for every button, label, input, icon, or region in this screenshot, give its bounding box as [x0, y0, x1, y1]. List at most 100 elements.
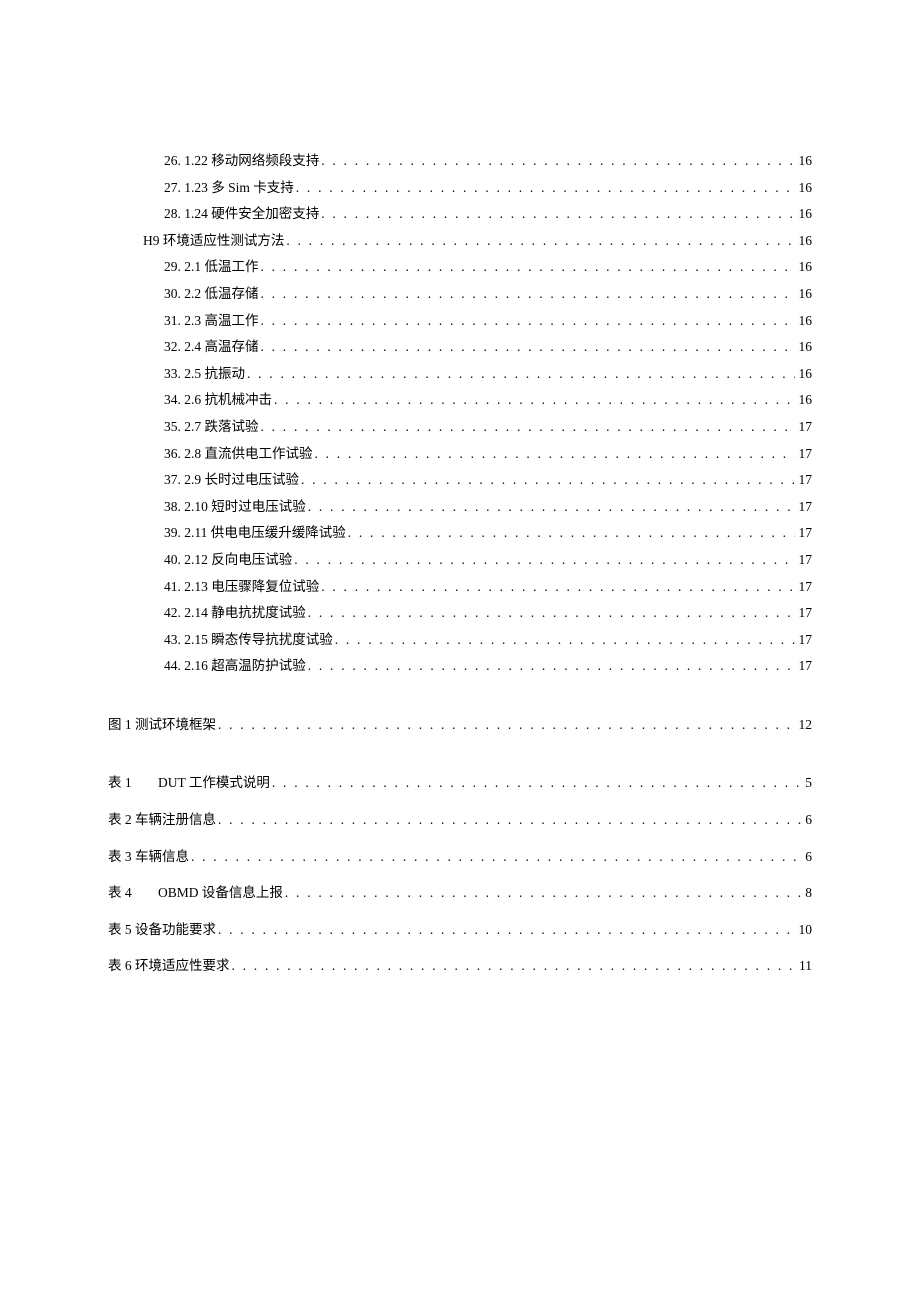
- toc-page-number: 17: [797, 655, 813, 677]
- toc-entry-label: 42. 2.14 静电抗扰度试验: [164, 602, 306, 624]
- toc-entry-label: 40. 2.12 反向电压试验: [164, 549, 292, 571]
- toc-dots: [247, 363, 795, 385]
- toc-dots: [261, 310, 795, 332]
- toc-dots: [286, 230, 794, 252]
- toc-page-number: 17: [797, 443, 813, 465]
- figure-entry: 图 1 测试环境框架 12: [108, 714, 812, 736]
- toc-dots: [261, 416, 795, 438]
- toc-page-number: 5: [803, 772, 812, 794]
- toc-page-number: 6: [803, 846, 812, 868]
- toc-dots: [321, 576, 794, 598]
- toc-entry-label: 27. 1.23 多 Sim 卡支持: [164, 177, 294, 199]
- toc-entry: 31. 2.3 高温工作 16: [108, 310, 812, 332]
- toc-page-number: 17: [797, 602, 813, 624]
- toc-dots: [348, 522, 795, 544]
- toc-page-number: 6: [803, 809, 812, 831]
- toc-dots: [272, 772, 801, 794]
- toc-entry: 43. 2.15 瞬态传导抗扰度试验 17: [108, 629, 812, 651]
- toc-entry-label: 32. 2.4 高温存储: [164, 336, 259, 358]
- toc-dots: [218, 714, 795, 736]
- toc-container: 26. 1.22 移动网络频段支持 16 27. 1.23 多 Sim 卡支持 …: [108, 150, 812, 977]
- toc-page-number: 16: [797, 363, 813, 385]
- toc-entry-label: 37. 2.9 长时过电压试验: [164, 469, 299, 491]
- toc-entry-label: 38. 2.10 短时过电压试验: [164, 496, 306, 518]
- toc-page-number: 17: [797, 576, 813, 598]
- toc-entry-label: 44. 2.16 超高温防护试验: [164, 655, 306, 677]
- toc-page-number: 16: [797, 283, 813, 305]
- toc-entry-label: 33. 2.5 抗振动: [164, 363, 245, 385]
- toc-page-number: 12: [797, 714, 813, 736]
- toc-page-number: 17: [797, 522, 813, 544]
- toc-entry: 44. 2.16 超高温防护试验 17: [108, 655, 812, 677]
- toc-dots: [294, 549, 794, 571]
- toc-dots: [274, 389, 795, 411]
- toc-entry: 32. 2.4 高温存储 16: [108, 336, 812, 358]
- toc-entry: 40. 2.12 反向电压试验 17: [108, 549, 812, 571]
- toc-entry: 30. 2.2 低温存储 16: [108, 283, 812, 305]
- toc-entry-label: 35. 2.7 跌落试验: [164, 416, 259, 438]
- toc-dots: [315, 443, 795, 465]
- table-entry: 表 3 车辆信息 6: [108, 846, 812, 868]
- toc-heading-h9: H9 环境适应性测试方法 16: [108, 230, 812, 252]
- toc-page-number: 16: [797, 336, 813, 358]
- toc-page-number: 16: [797, 389, 813, 411]
- toc-page-number: 16: [797, 310, 813, 332]
- toc-entry-label: 36. 2.8 直流供电工作试验: [164, 443, 313, 465]
- toc-dots: [261, 256, 795, 278]
- toc-page-number: 8: [803, 882, 812, 904]
- toc-entry: 34. 2.6 抗机械冲击 16: [108, 389, 812, 411]
- toc-entry-label: 43. 2.15 瞬态传导抗扰度试验: [164, 629, 333, 651]
- toc-dots: [285, 882, 801, 904]
- toc-dots: [308, 496, 795, 518]
- toc-page-number: 17: [797, 549, 813, 571]
- toc-dots: [191, 846, 801, 868]
- toc-entry-label: 26. 1.22 移动网络频段支持: [164, 150, 319, 172]
- toc-dots: [308, 602, 795, 624]
- table-entry: 表 5 设备功能要求 10: [108, 919, 812, 941]
- toc-entry: 41. 2.13 电压骤降复位试验 17: [108, 576, 812, 598]
- toc-page-number: 17: [797, 629, 813, 651]
- table-label: 表 1DUT 工作模式说明: [108, 772, 270, 794]
- toc-page-number: 16: [797, 177, 813, 199]
- toc-entry-label: 41. 2.13 电压骤降复位试验: [164, 576, 319, 598]
- table-label: 表 5 设备功能要求: [108, 919, 216, 941]
- toc-dots: [218, 919, 795, 941]
- toc-entry: 39. 2.11 供电电压缓升缓降试验 17: [108, 522, 812, 544]
- table-label: 表 3 车辆信息: [108, 846, 189, 868]
- toc-page-number: 10: [797, 919, 813, 941]
- toc-entry: 37. 2.9 长时过电压试验 17: [108, 469, 812, 491]
- toc-entry: 28. 1.24 硬件安全加密支持 16: [108, 203, 812, 225]
- table-label: 表 2 车辆注册信息: [108, 809, 216, 831]
- toc-page-number: 17: [797, 416, 813, 438]
- toc-page-number: 17: [797, 469, 813, 491]
- toc-dots: [218, 809, 801, 831]
- toc-page-number: 11: [797, 955, 812, 977]
- toc-entry: 33. 2.5 抗振动 16: [108, 363, 812, 385]
- toc-entry: 36. 2.8 直流供电工作试验 17: [108, 443, 812, 465]
- toc-entry: 26. 1.22 移动网络频段支持 16: [108, 150, 812, 172]
- toc-entry: 29. 2.1 低温工作 16: [108, 256, 812, 278]
- toc-entry-label: 31. 2.3 高温工作: [164, 310, 259, 332]
- toc-entry-label: 30. 2.2 低温存储: [164, 283, 259, 305]
- toc-entry-label: 39. 2.11 供电电压缓升缓降试验: [164, 522, 346, 544]
- toc-dots: [301, 469, 795, 491]
- toc-page-number: 16: [797, 150, 813, 172]
- toc-entry: 27. 1.23 多 Sim 卡支持 16: [108, 177, 812, 199]
- toc-page-number: 16: [797, 256, 813, 278]
- figure-label: 图 1 测试环境框架: [108, 714, 216, 736]
- toc-dots: [261, 336, 795, 358]
- table-label: 表 4OBMD 设备信息上报: [108, 882, 283, 904]
- toc-dots: [321, 203, 794, 225]
- table-entry: 表 6 环境适应性要求 11: [108, 955, 812, 977]
- toc-page-number: 16: [797, 230, 813, 252]
- toc-dots: [296, 177, 795, 199]
- table-entry: 表 4OBMD 设备信息上报 8: [108, 882, 812, 904]
- table-entry: 表 2 车辆注册信息 6: [108, 809, 812, 831]
- toc-entry: 35. 2.7 跌落试验 17: [108, 416, 812, 438]
- toc-dots: [321, 150, 794, 172]
- toc-dots: [335, 629, 795, 651]
- toc-page-number: 16: [797, 203, 813, 225]
- toc-page-number: 17: [797, 496, 813, 518]
- toc-dots: [232, 955, 796, 977]
- table-entry: 表 1DUT 工作模式说明 5: [108, 772, 812, 794]
